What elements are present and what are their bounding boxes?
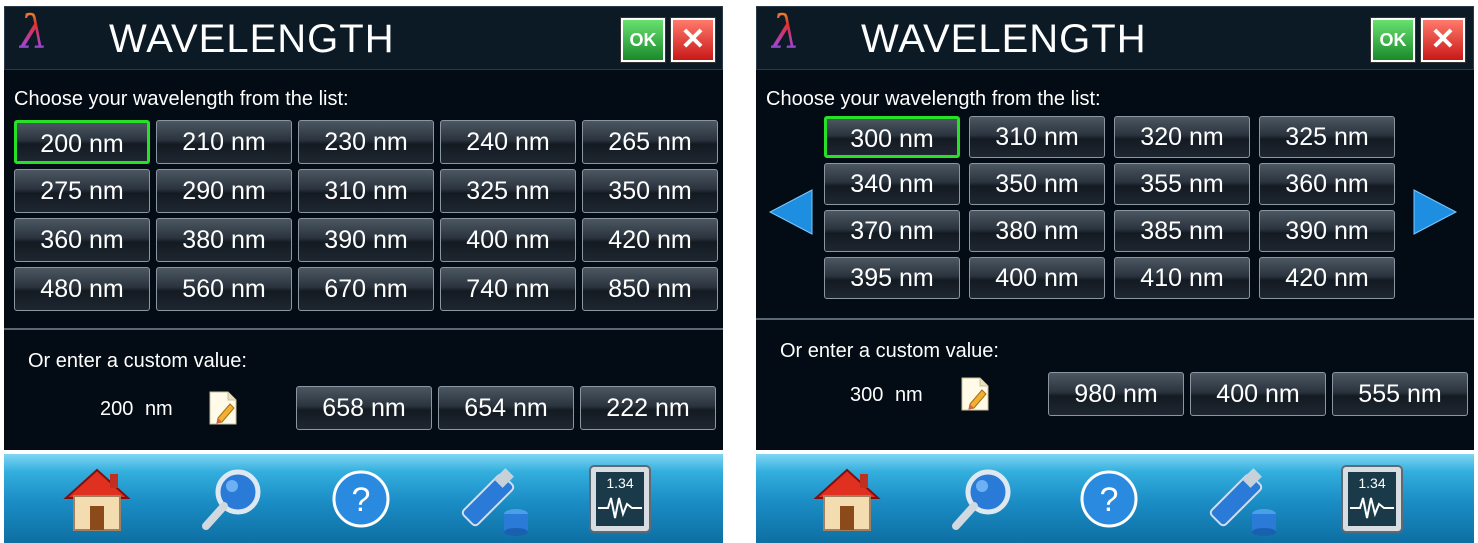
title-bar: λ WAVELENGTH OK ✕ [4, 5, 723, 70]
close-button[interactable]: ✕ [1421, 18, 1465, 62]
wavelength-button[interactable]: 385 nm [1114, 210, 1250, 252]
usb-drive-icon[interactable] [452, 464, 532, 536]
wavelength-button[interactable]: 400 nm [440, 218, 576, 262]
wavelength-panel-five-column: λ WAVELENGTH OK ✕ Choose your wavelength… [0, 0, 727, 543]
wavelength-button[interactable]: 380 nm [156, 218, 292, 262]
meter-reading: 1.34 [1358, 475, 1385, 491]
wavelength-button[interactable]: 370 nm [824, 210, 960, 252]
wavelength-button[interactable]: 340 nm [824, 163, 960, 205]
content-area: Choose your wavelength from the list: 20… [4, 70, 723, 450]
wavelength-button[interactable]: 300 nm [824, 116, 960, 158]
meter-icon[interactable]: 1.34 [588, 464, 652, 534]
wavelength-button[interactable]: 400 nm [969, 257, 1105, 299]
wavelength-button[interactable]: 670 nm [298, 267, 434, 311]
recent-value-button[interactable]: 654 nm [438, 386, 574, 430]
wavelength-button[interactable]: 310 nm [969, 116, 1105, 158]
edit-note-icon[interactable] [208, 390, 238, 426]
wavelength-button[interactable]: 410 nm [1114, 257, 1250, 299]
wavelength-button[interactable]: 390 nm [298, 218, 434, 262]
wavelength-button[interactable]: 290 nm [156, 169, 292, 213]
ok-button[interactable]: OK [1371, 18, 1415, 62]
page-title: WAVELENGTH [861, 17, 1147, 61]
wavelength-button[interactable]: 325 nm [440, 169, 576, 213]
wavelength-button[interactable]: 210 nm [156, 120, 292, 164]
lambda-logo: λ [19, 5, 49, 59]
wavelength-button[interactable]: 480 nm [14, 267, 150, 311]
wavelength-button[interactable]: 420 nm [582, 218, 718, 262]
divider [756, 318, 1474, 320]
wavelength-button[interactable]: 240 nm [440, 120, 576, 164]
wavelength-button[interactable]: 360 nm [14, 218, 150, 262]
meter-reading: 1.34 [606, 475, 633, 491]
search-icon[interactable] [948, 466, 1018, 534]
bottom-toolbar: ? 1.34 [4, 454, 723, 543]
choose-label: Choose your wavelength from the list: [14, 88, 349, 110]
custom-unit: nm [894, 384, 923, 406]
custom-unit: nm [144, 398, 173, 420]
wavelength-button[interactable]: 740 nm [440, 267, 576, 311]
custom-value: 300 [850, 384, 884, 406]
title-bar: λ WAVELENGTH OK ✕ [756, 5, 1474, 70]
choose-label: Choose your wavelength from the list: [766, 88, 1101, 110]
wavelength-button[interactable]: 320 nm [1114, 116, 1250, 158]
custom-label: Or enter a custom value: [28, 350, 247, 372]
page-title: WAVELENGTH [109, 17, 395, 61]
wavelength-button[interactable]: 560 nm [156, 267, 292, 311]
wavelength-button[interactable]: 355 nm [1114, 163, 1250, 205]
meter-icon[interactable]: 1.34 [1340, 464, 1404, 534]
wavelength-button[interactable]: 850 nm [582, 267, 718, 311]
wavelength-panel-four-column: λ WAVELENGTH OK ✕ Choose your wavelength… [752, 0, 1478, 543]
help-glyph: ? [1100, 481, 1119, 519]
home-icon[interactable] [60, 464, 134, 534]
custom-label: Or enter a custom value: [780, 340, 999, 362]
wavelength-button[interactable]: 420 nm [1259, 257, 1395, 299]
wavelength-button[interactable]: 325 nm [1259, 116, 1395, 158]
recent-value-button[interactable]: 980 nm [1048, 372, 1184, 416]
recent-value-button[interactable]: 222 nm [580, 386, 716, 430]
ok-button[interactable]: OK [621, 18, 665, 62]
divider [4, 328, 723, 330]
content-area: Choose your wavelength from the list: 30… [756, 70, 1474, 450]
next-page-arrow-icon[interactable] [1412, 188, 1458, 236]
wavelength-button[interactable]: 350 nm [969, 163, 1105, 205]
wavelength-button[interactable]: 230 nm [298, 120, 434, 164]
recent-value-button[interactable]: 555 nm [1332, 372, 1468, 416]
wavelength-button[interactable]: 200 nm [14, 120, 150, 164]
custom-value: 200 [100, 398, 134, 420]
wavelength-button[interactable]: 310 nm [298, 169, 434, 213]
wavelength-button[interactable]: 360 nm [1259, 163, 1395, 205]
wavelength-button[interactable]: 380 nm [969, 210, 1105, 252]
wavelength-button[interactable]: 265 nm [582, 120, 718, 164]
help-icon[interactable]: ? [1078, 468, 1140, 530]
edit-note-icon[interactable] [960, 376, 990, 412]
wavelength-button[interactable]: 390 nm [1259, 210, 1395, 252]
usb-drive-icon[interactable] [1200, 464, 1280, 536]
recent-value-button[interactable]: 400 nm [1190, 372, 1326, 416]
home-icon[interactable] [810, 464, 884, 534]
previous-page-arrow-icon[interactable] [768, 188, 814, 236]
wavelength-button[interactable]: 275 nm [14, 169, 150, 213]
close-button[interactable]: ✕ [671, 18, 715, 62]
lambda-logo: λ [771, 5, 801, 59]
search-icon[interactable] [198, 466, 268, 534]
help-glyph: ? [352, 481, 371, 519]
help-icon[interactable]: ? [330, 468, 392, 530]
recent-value-button[interactable]: 658 nm [296, 386, 432, 430]
custom-value-display: 200 nm [100, 398, 173, 421]
bottom-toolbar: ? 1.34 [756, 454, 1474, 543]
custom-value-display: 300 nm [850, 384, 923, 407]
wavelength-button[interactable]: 395 nm [824, 257, 960, 299]
wavelength-button[interactable]: 350 nm [582, 169, 718, 213]
